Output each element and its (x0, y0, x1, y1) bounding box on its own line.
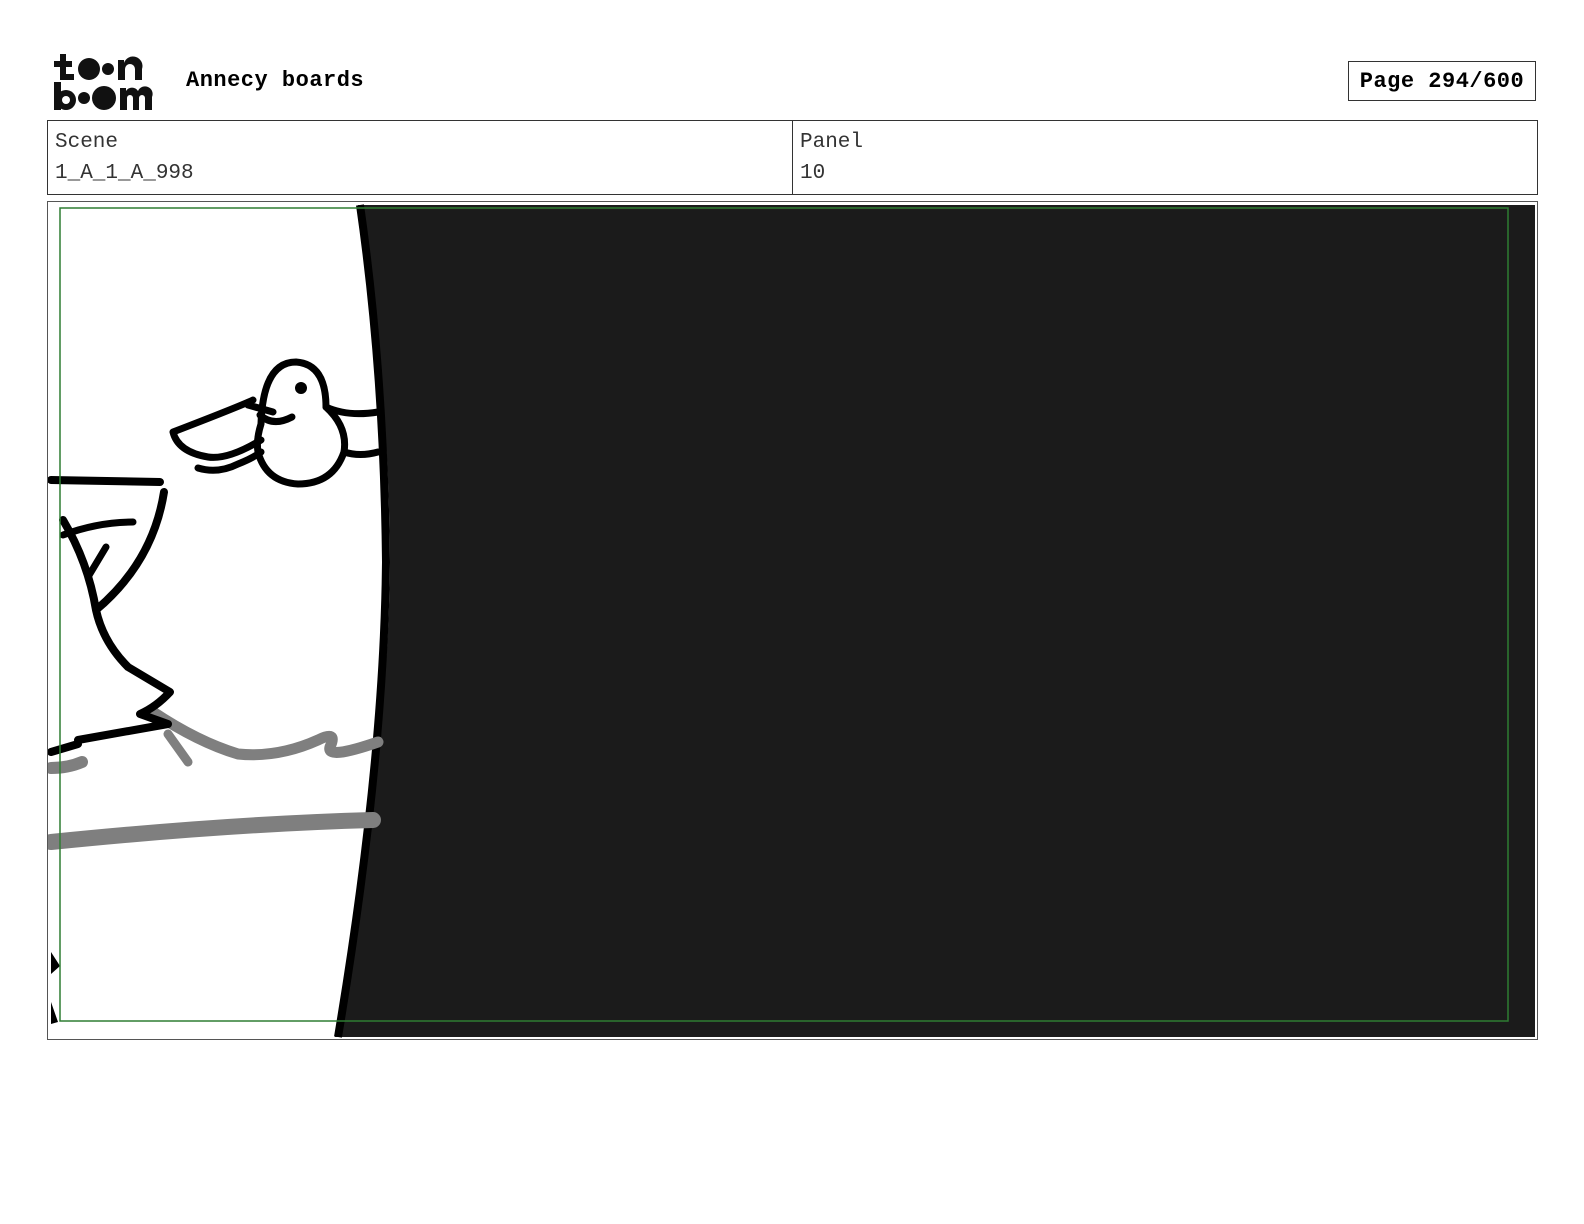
ground-stroke-near (48, 756, 88, 774)
storyboard-panel (47, 201, 1538, 1040)
panel-value: 10 (800, 162, 826, 185)
bird-drawing (169, 358, 382, 488)
ground-stroke-wave (147, 706, 384, 761)
scene-cell: Scene 1_A_1_A_998 (48, 121, 792, 194)
rock-inner-line (59, 518, 137, 581)
edge-mark-1 (51, 952, 60, 974)
page-number: Page 294/600 (1348, 61, 1536, 101)
edge-mark-2 (51, 1002, 58, 1024)
ground-stroke-tick (163, 729, 193, 767)
scene-value: 1_A_1_A_998 (55, 162, 194, 185)
scene-label: Scene (55, 131, 119, 154)
dark-wipe-shape (335, 205, 1535, 1037)
ground-stroke-far (48, 812, 381, 850)
toon-boom-logo (52, 52, 164, 112)
bird-eye (295, 382, 307, 394)
panel-cell: Panel 10 (792, 121, 1537, 194)
document-title: Annecy boards (186, 68, 365, 93)
panel-drawing (48, 204, 1535, 1038)
scene-panel-info: Scene 1_A_1_A_998 Panel 10 (47, 120, 1538, 195)
panel-label: Panel (800, 131, 864, 154)
